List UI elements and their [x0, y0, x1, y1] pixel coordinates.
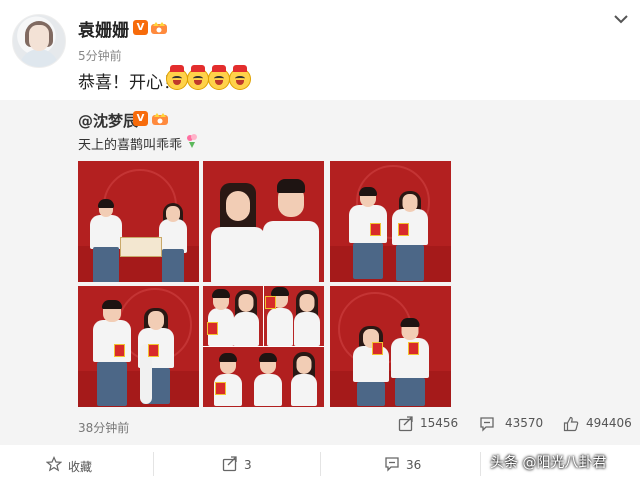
photo-thumbnail-1[interactable] — [78, 161, 199, 282]
photo-thumbnail-4[interactable] — [78, 286, 199, 407]
cheer-emoji-icon — [229, 65, 251, 90]
chevron-down-icon[interactable] — [612, 10, 630, 28]
author-name[interactable]: 袁姗姗 — [78, 16, 129, 41]
comment-icon[interactable] — [384, 456, 400, 472]
repost-icon[interactable] — [398, 416, 414, 432]
photo-thumbnail-3[interactable] — [330, 161, 451, 282]
divider — [480, 452, 481, 476]
photo-thumbnail-2[interactable] — [203, 161, 324, 282]
post-time: 5分钟前 — [78, 49, 122, 63]
thumbs-up-icon[interactable] — [563, 416, 579, 432]
cheer-emoji-icon — [208, 65, 230, 90]
verified-badge-icon: V — [133, 20, 148, 35]
reposted-author-link[interactable]: @沈梦辰 — [78, 110, 138, 131]
repost-count[interactable]: 15456 — [420, 416, 458, 430]
author-avatar[interactable] — [12, 14, 66, 68]
cheer-emoji-icon — [187, 65, 209, 90]
comment-icon[interactable] — [479, 416, 495, 432]
favorite-button[interactable]: 收藏 — [68, 458, 92, 475]
reposted-time: 38分钟前 — [78, 421, 130, 435]
reposted-text: 天上的喜鹊叫乖乖 — [78, 138, 183, 153]
divider — [320, 452, 321, 476]
repost-icon[interactable] — [222, 456, 238, 472]
vip-crown-icon — [152, 113, 168, 125]
comment-count[interactable]: 43570 — [505, 416, 543, 430]
star-icon[interactable] — [46, 456, 62, 472]
vip-crown-icon — [151, 22, 167, 34]
like-count[interactable]: 494406 — [586, 416, 632, 430]
bouquet-emoji-icon — [187, 134, 197, 148]
post-text: 恭喜！开心！ — [78, 73, 180, 93]
comment-button-count[interactable]: 36 — [406, 458, 421, 472]
photo-thumbnail-5[interactable] — [203, 286, 324, 407]
repost-button-count[interactable]: 3 — [244, 458, 252, 472]
divider — [153, 452, 154, 476]
weibo-post: 袁姗姗 V 5分钟前 恭喜！开心！ @沈梦辰 V 天上的喜鹊叫乖乖 38分钟前 … — [0, 0, 640, 483]
cheer-emoji-icon — [166, 65, 188, 90]
photo-thumbnail-6[interactable] — [330, 286, 451, 407]
watermark-text: 头条 @阳光八卦君 — [490, 455, 607, 471]
verified-badge-icon: V — [133, 111, 148, 126]
